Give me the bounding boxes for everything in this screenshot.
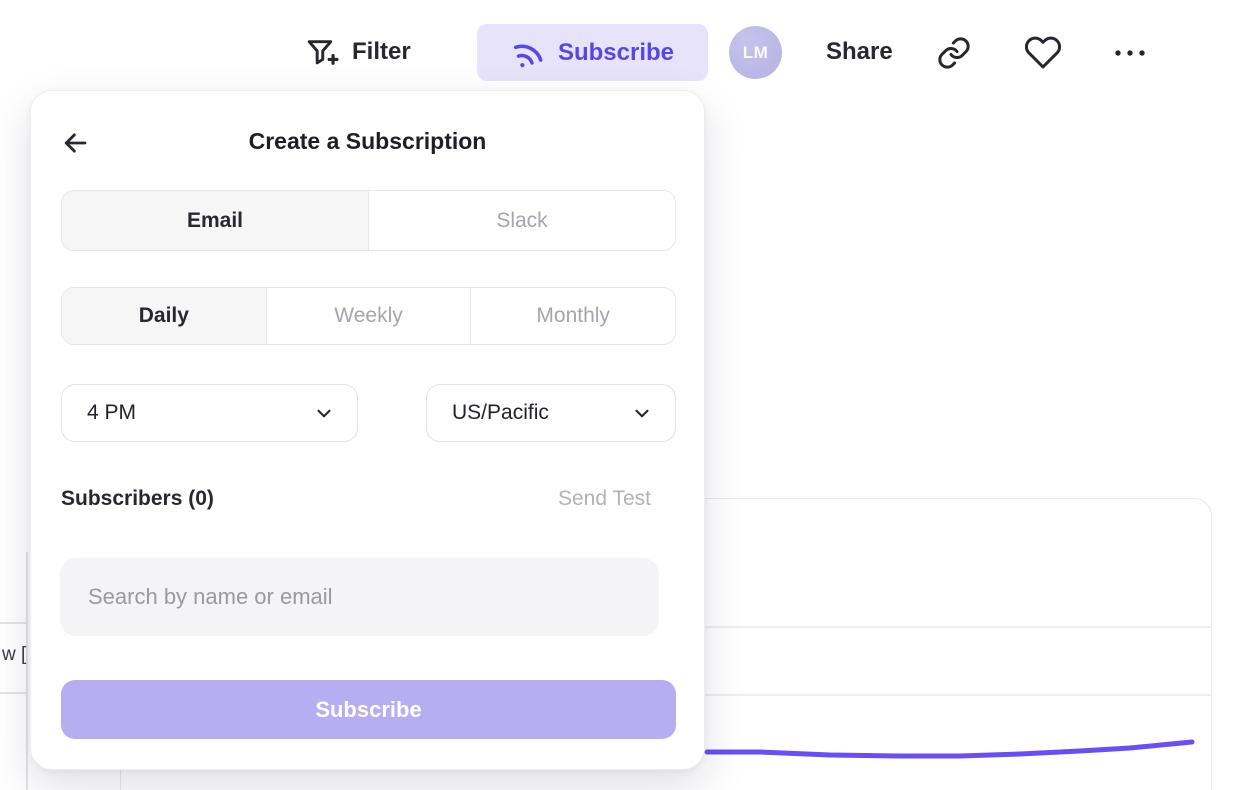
tab-weekly[interactable]: Weekly [266, 288, 471, 344]
timezone-select-value: US/Pacific [452, 401, 549, 425]
tab-monthly[interactable]: Monthly [470, 288, 675, 344]
time-select-value: 4 PM [87, 401, 136, 425]
filter-plus-icon [303, 34, 340, 71]
filter-label: Filter [352, 38, 411, 66]
subscribe-toolbar-button[interactable]: Subscribe [477, 24, 708, 81]
avatar-initials: LM [743, 43, 769, 63]
favorite-button[interactable] [1023, 32, 1063, 74]
subscribe-label: Subscribe [558, 39, 674, 67]
share-button[interactable]: Share [826, 30, 893, 74]
copy-link-button[interactable] [934, 32, 974, 74]
frequency-tabs: Daily Weekly Monthly [61, 287, 676, 345]
time-select[interactable]: 4 PM [61, 384, 358, 442]
ellipsis-icon [1112, 46, 1148, 60]
filter-button[interactable]: Filter [303, 30, 411, 74]
tab-slack[interactable]: Slack [368, 191, 675, 250]
subscriber-search-input[interactable] [60, 558, 659, 636]
subscribers-count-label: Subscribers (0) [61, 487, 214, 511]
toolbar: Filter Subscribe LM Share [0, 0, 1234, 95]
table-fragment-border [0, 622, 27, 624]
table-fragment-text: w [ [2, 644, 26, 666]
share-label: Share [826, 38, 893, 66]
table-fragment-border [26, 552, 28, 790]
subscribe-submit-button[interactable]: Subscribe [61, 680, 676, 739]
send-test-button[interactable]: Send Test [558, 487, 651, 511]
create-subscription-modal: Create a Subscription Email Slack Daily … [30, 90, 705, 770]
heart-icon [1024, 34, 1062, 72]
rss-icon [507, 31, 550, 74]
modal-title: Create a Subscription [31, 128, 704, 155]
app-page: w [ Filter Subscribe LM [0, 0, 1234, 790]
subscribers-row: Subscribers (0) Send Test [61, 487, 651, 511]
link-icon [936, 35, 972, 71]
timezone-select[interactable]: US/Pacific [426, 384, 676, 442]
avatar[interactable]: LM [729, 26, 782, 79]
channel-tabs: Email Slack [61, 190, 676, 251]
chevron-down-icon [631, 402, 653, 424]
tab-email[interactable]: Email [62, 191, 368, 250]
tab-daily[interactable]: Daily [62, 288, 266, 344]
table-fragment-border [0, 692, 27, 694]
chevron-down-icon [313, 402, 335, 424]
more-menu-button[interactable] [1110, 32, 1150, 74]
